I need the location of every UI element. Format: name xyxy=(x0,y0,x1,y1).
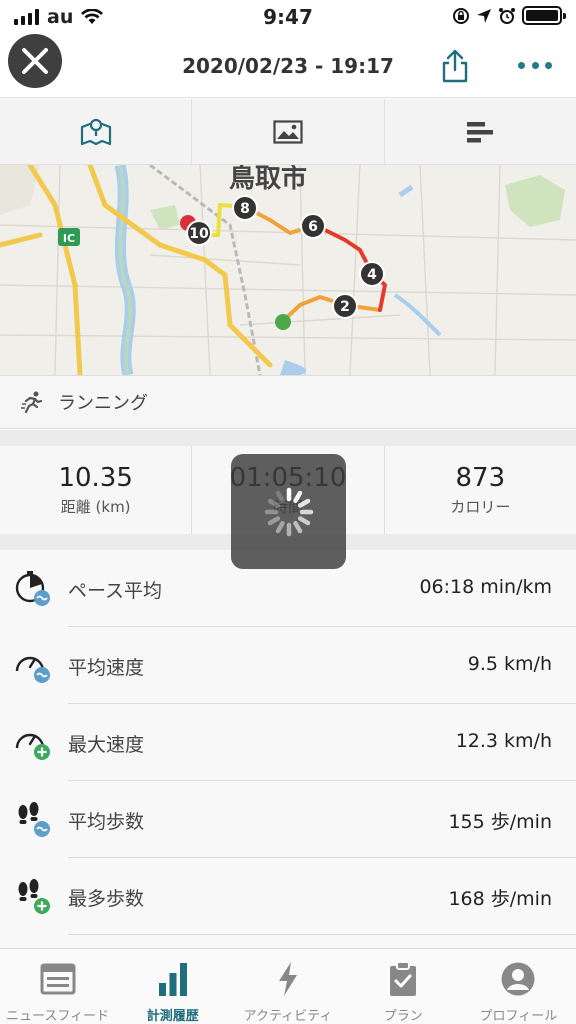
nav-label: プラン xyxy=(383,1009,423,1024)
status-bar: au 9:47 xyxy=(0,0,576,32)
speed-max-icon xyxy=(15,733,50,760)
more-icon-dot xyxy=(518,61,525,69)
nav-label: アクティビティ xyxy=(243,1009,333,1024)
distance-value: 10.35 xyxy=(58,463,133,493)
distance-stat: 10.35 距離 (km) xyxy=(0,446,193,534)
more-icon-dot xyxy=(545,61,552,69)
svg-text:8: 8 xyxy=(240,201,250,217)
nav-icon-wrapper xyxy=(153,959,193,999)
svg-text:2: 2 xyxy=(340,299,350,315)
svg-text:4: 4 xyxy=(367,267,377,283)
nav-icon-wrapper xyxy=(268,959,308,999)
pace-icon xyxy=(15,571,50,606)
bottom-nav: ニュースフィード 計測履歴 アクティビティ プラン プロフィール xyxy=(0,948,576,1024)
map-city-label: 鳥取市 xyxy=(229,165,307,194)
list-item: 平均歩数 155 歩/min xyxy=(0,781,576,858)
metrics-list: ペース平均 06:18 min/km 平均速度 9.5 km/h 最大速度 12… xyxy=(0,550,576,948)
steps-max-icon xyxy=(18,879,50,914)
nav-history[interactable]: 計測履歴 xyxy=(115,949,230,1024)
map-icon xyxy=(80,118,111,145)
metric-value: 168 歩/min xyxy=(448,888,552,910)
ic-badge-label: IC xyxy=(63,232,75,245)
battery-level xyxy=(526,10,558,21)
calories-label: カロリー xyxy=(450,498,511,516)
metric-label: 最多歩数 xyxy=(68,888,145,910)
start-marker xyxy=(275,314,291,330)
tab-map[interactable] xyxy=(0,99,193,164)
calories-stat: 873 カロリー xyxy=(385,446,576,534)
running-icon xyxy=(21,391,43,414)
clipboard-check-icon xyxy=(390,961,417,996)
activity-type-row: ランニング xyxy=(0,375,576,429)
list-item: 最大速度 12.3 km/h xyxy=(0,704,576,781)
metric-label: 最大速度 xyxy=(68,734,145,756)
map-canvas: 鳥取市 IC 10 8 6 4 2 xyxy=(0,165,576,375)
location-icon xyxy=(477,8,491,23)
metric-value: 12.3 km/h xyxy=(455,730,552,752)
nav-label: 計測履歴 xyxy=(146,1009,199,1024)
list-item: 平均速度 9.5 km/h xyxy=(0,627,576,704)
tab-photos[interactable] xyxy=(192,99,385,164)
more-icon-dot xyxy=(531,61,539,69)
km-marker: 6 xyxy=(300,213,326,239)
orientation-lock-icon xyxy=(453,7,469,24)
nav-icon-wrapper xyxy=(38,959,78,999)
nav-plan[interactable]: プラン xyxy=(346,949,461,1024)
metric-label: 平均歩数 xyxy=(68,811,145,833)
share-button[interactable] xyxy=(438,48,472,84)
route-map[interactable]: 鳥取市 IC 10 8 6 4 2 xyxy=(0,165,576,375)
nav-label: ニュースフィード xyxy=(6,1009,110,1024)
distance-label: 距離 (km) xyxy=(60,498,131,516)
nav-icon-wrapper xyxy=(498,959,538,999)
spinner-icon xyxy=(264,487,313,536)
page-title: 2020/02/23 - 19:17 xyxy=(182,54,394,78)
nav-label: プロフィール xyxy=(479,1009,558,1024)
km-marker: 10 xyxy=(186,220,212,246)
nav-newsfeed[interactable]: ニュースフィード xyxy=(0,949,115,1024)
nav-activity[interactable]: アクティビティ xyxy=(230,949,345,1024)
metric-label: 平均速度 xyxy=(68,657,145,679)
history-chart-icon xyxy=(158,963,187,996)
bar-list-icon xyxy=(467,121,494,142)
share-icon xyxy=(442,49,468,83)
km-marker: 8 xyxy=(232,195,258,221)
steps-avg-icon xyxy=(18,802,50,837)
metric-value: 06:18 min/km xyxy=(419,576,552,598)
status-right xyxy=(452,6,566,25)
alarm-icon xyxy=(499,7,515,24)
nav-icon-wrapper xyxy=(383,959,423,999)
list-item: 最多歩数 168 歩/min xyxy=(0,858,576,935)
photo-icon xyxy=(273,119,303,144)
tab-laps[interactable] xyxy=(385,99,576,164)
metric-value: 9.5 km/h xyxy=(467,653,552,675)
newsfeed-icon xyxy=(40,963,76,995)
metric-label: ペース平均 xyxy=(68,580,163,602)
calories-value: 873 xyxy=(455,463,506,493)
lightning-icon xyxy=(279,962,297,996)
profile-icon xyxy=(501,962,535,996)
loading-spinner xyxy=(231,454,346,569)
metric-value: 155 歩/min xyxy=(448,811,552,833)
header: 2020/02/23 - 19:17 xyxy=(0,32,576,98)
section-divider xyxy=(0,430,576,446)
battery-icon xyxy=(522,6,566,25)
activity-type-label: ランニング xyxy=(58,393,148,414)
svg-text:10: 10 xyxy=(189,226,209,242)
view-tabs xyxy=(0,99,576,165)
nav-profile[interactable]: プロフィール xyxy=(461,949,576,1024)
km-marker: 4 xyxy=(359,261,385,287)
km-marker: 2 xyxy=(332,293,358,319)
more-button[interactable] xyxy=(518,52,552,78)
speed-avg-icon xyxy=(15,656,50,683)
svg-text:6: 6 xyxy=(308,219,318,235)
